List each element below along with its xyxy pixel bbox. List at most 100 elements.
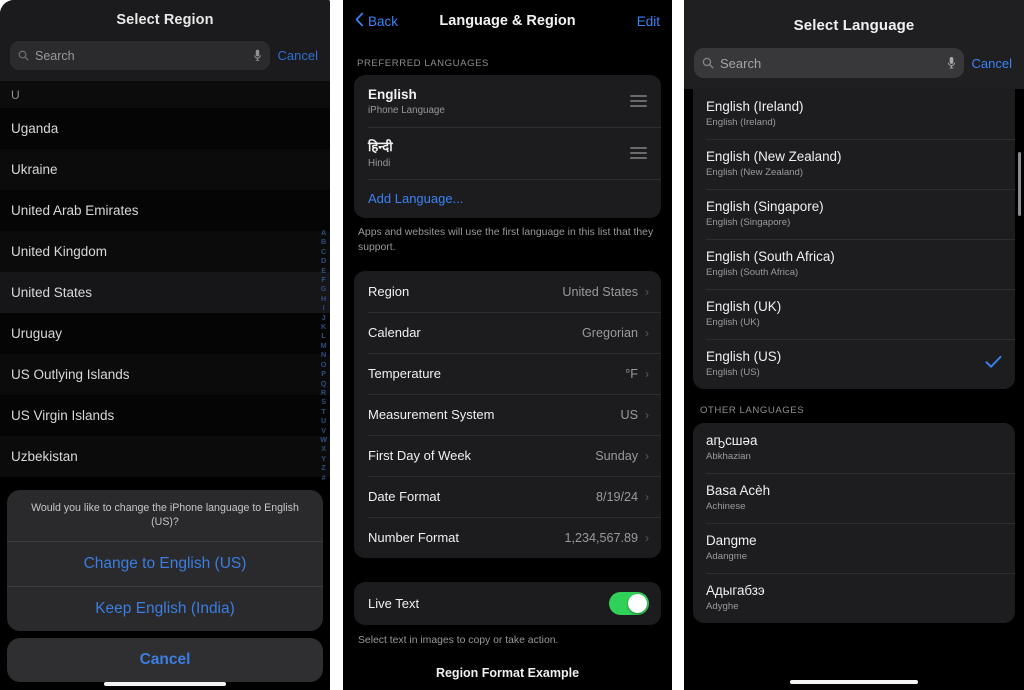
alpha-index-p: P — [321, 369, 326, 379]
setting-label: Number Format — [368, 530, 460, 546]
reorder-handle-icon[interactable] — [630, 147, 647, 159]
action-sheet-cancel-button[interactable]: Cancel — [7, 638, 323, 682]
setting-value: 8/19/24 — [595, 489, 638, 504]
region-item-united-kingdom[interactable]: United Kingdom — [0, 231, 330, 272]
alpha-index-l: L — [321, 331, 326, 341]
language-option-name: English (South Africa) — [706, 249, 835, 264]
chevron-right-icon: › — [645, 366, 649, 381]
setting-value: °F — [625, 366, 638, 381]
alpha-index-f: F — [321, 275, 326, 285]
panel-select-region: Select Region Search Cancel U Uganda Ukr… — [0, 0, 330, 690]
language-option-text: English (New Zealand) English (New Zeala… — [706, 149, 1002, 178]
region-item-united-arab-emirates[interactable]: United Arab Emirates — [0, 190, 330, 231]
language-option-subtitle: English (Singapore) — [706, 217, 791, 228]
language-option-english-singapore[interactable]: English (Singapore) English (Singapore) — [693, 189, 1015, 239]
region-item-ukraine[interactable]: Ukraine — [0, 149, 330, 190]
search-input[interactable]: Search — [10, 41, 270, 70]
setting-value: Gregorian — [581, 325, 638, 340]
language-option-adyghe[interactable]: Адыгабзэ Adyghe — [693, 573, 1015, 623]
setting-value: Sunday — [595, 448, 638, 463]
search-input[interactable]: Search — [694, 48, 964, 78]
setting-label: Temperature — [368, 366, 441, 382]
vertical-scrollbar[interactable] — [1018, 152, 1021, 216]
language-option-english-ireland[interactable]: English (Ireland) English (Ireland) — [693, 89, 1015, 139]
edit-button[interactable]: Edit — [637, 14, 660, 29]
language-option-adangme[interactable]: Dangme Adangme — [693, 523, 1015, 573]
language-option-name: Адыгабзэ — [706, 583, 765, 598]
alpha-index-c: C — [321, 246, 327, 256]
alpha-index-h: H — [321, 293, 327, 303]
language-name: हिन्दी — [368, 139, 393, 154]
language-option-english-uk[interactable]: English (UK) English (UK) — [693, 289, 1015, 339]
panel-select-language: Select Language Search Cancel English (I… — [684, 0, 1024, 690]
preferred-languages-card: English iPhone Language हिन्दी Hindi Add… — [354, 75, 661, 218]
microphone-icon[interactable] — [947, 56, 956, 70]
alpha-index-g: G — [320, 284, 327, 294]
alpha-index-a: A — [321, 228, 327, 237]
action-sheet: Would you like to change the iPhone lang… — [7, 490, 323, 682]
language-option-subtitle: Adyghe — [706, 601, 739, 612]
language-option-english-south-africa[interactable]: English (South Africa) English (South Af… — [693, 239, 1015, 289]
setting-row-number-format[interactable]: Number Format 1,234,567.89 › — [354, 517, 661, 558]
chevron-right-icon: › — [645, 489, 649, 504]
region-format-example-header: Region Format Example — [435, 666, 580, 681]
setting-row-measurement-system[interactable]: Measurement System US › — [354, 394, 661, 435]
alpha-index-i: I — [322, 303, 325, 313]
language-option-abkhazian[interactable]: аҧсшәа Abkhazian — [693, 423, 1015, 473]
alpha-index-t: T — [321, 406, 326, 416]
microphone-icon[interactable] — [253, 49, 262, 62]
page-title: Language & Region — [439, 13, 576, 29]
change-to-english-us-button[interactable]: Change to English (US) — [7, 542, 323, 587]
language-option-text: English (UK) English (UK) — [706, 299, 1002, 328]
language-option-text: Адыгабзэ Adyghe — [706, 583, 1002, 612]
setting-label: Date Format — [368, 489, 441, 505]
search-placeholder: Search — [35, 48, 75, 63]
language-row-hindi[interactable]: हिन्दी Hindi — [354, 127, 661, 179]
select-language-title: Select Language — [793, 17, 915, 34]
language-option-name: English (US) — [706, 349, 782, 364]
language-option-name: Dangme — [706, 533, 757, 548]
setting-value: 1,234,567.89 — [564, 530, 638, 545]
add-language-button[interactable]: Add Language... — [354, 179, 661, 218]
language-option-english-us[interactable]: English (US) English (US) — [693, 339, 1015, 389]
alphabet-index-scrubber[interactable]: A B C D E F G H I J K L M N O P Q R S T … — [320, 228, 327, 482]
region-item-us-virgin-islands[interactable]: US Virgin Islands — [0, 395, 330, 436]
setting-value: US — [620, 407, 639, 422]
setting-row-first-day-of-week[interactable]: First Day of Week Sunday › — [354, 435, 661, 476]
language-option-achinese[interactable]: Basa Acèh Achinese — [693, 473, 1015, 523]
live-text-card: Live Text — [354, 582, 661, 626]
live-text-row[interactable]: Live Text — [354, 582, 661, 625]
region-item-us-outlying-islands[interactable]: US Outlying Islands — [0, 354, 330, 395]
region-item-uruguay[interactable]: Uruguay — [0, 313, 330, 354]
alpha-index-n: N — [321, 350, 327, 360]
home-indicator — [790, 680, 918, 684]
reorder-handle-icon[interactable] — [630, 95, 647, 107]
live-text-toggle[interactable] — [609, 592, 649, 616]
language-option-subtitle: English (Ireland) — [706, 117, 776, 128]
checkmark-icon — [985, 354, 1002, 374]
search-cancel-button[interactable]: Cancel — [972, 56, 1014, 71]
select-region-title: Select Region — [116, 12, 214, 28]
alpha-index-j: J — [321, 312, 326, 322]
language-option-subtitle: English (New Zealand) — [706, 167, 804, 178]
setting-row-temperature[interactable]: Temperature °F › — [354, 353, 661, 394]
english-variants-card: English (Ireland) English (Ireland) Engl… — [693, 89, 1015, 389]
panel-language-and-region: Back Language & Region Edit PREFERRED LA… — [343, 0, 672, 690]
region-item-uzbekistan[interactable]: Uzbekistan — [0, 436, 330, 477]
setting-row-date-format[interactable]: Date Format 8/19/24 › — [354, 476, 661, 517]
setting-label: First Day of Week — [368, 448, 472, 464]
region-item-united-states[interactable]: United States — [0, 272, 330, 313]
region-item-uganda[interactable]: Uganda — [0, 108, 330, 149]
keep-english-india-button[interactable]: Keep English (India) — [7, 587, 323, 631]
language-option-text: English (Ireland) English (Ireland) — [706, 99, 1002, 128]
toggle-knob — [628, 594, 647, 614]
language-option-english-new-zealand[interactable]: English (New Zealand) English (New Zeala… — [693, 139, 1015, 189]
setting-label: Calendar — [368, 325, 421, 341]
language-option-text: аҧсшәа Abkhazian — [706, 433, 1002, 462]
setting-value: United States — [562, 284, 638, 299]
language-option-name: English (Singapore) — [706, 199, 824, 214]
language-row-english[interactable]: English iPhone Language — [354, 75, 661, 127]
search-cancel-button[interactable]: Cancel — [278, 48, 320, 63]
setting-row-region[interactable]: Region United States › — [354, 271, 661, 312]
setting-row-calendar[interactable]: Calendar Gregorian › — [354, 312, 661, 353]
